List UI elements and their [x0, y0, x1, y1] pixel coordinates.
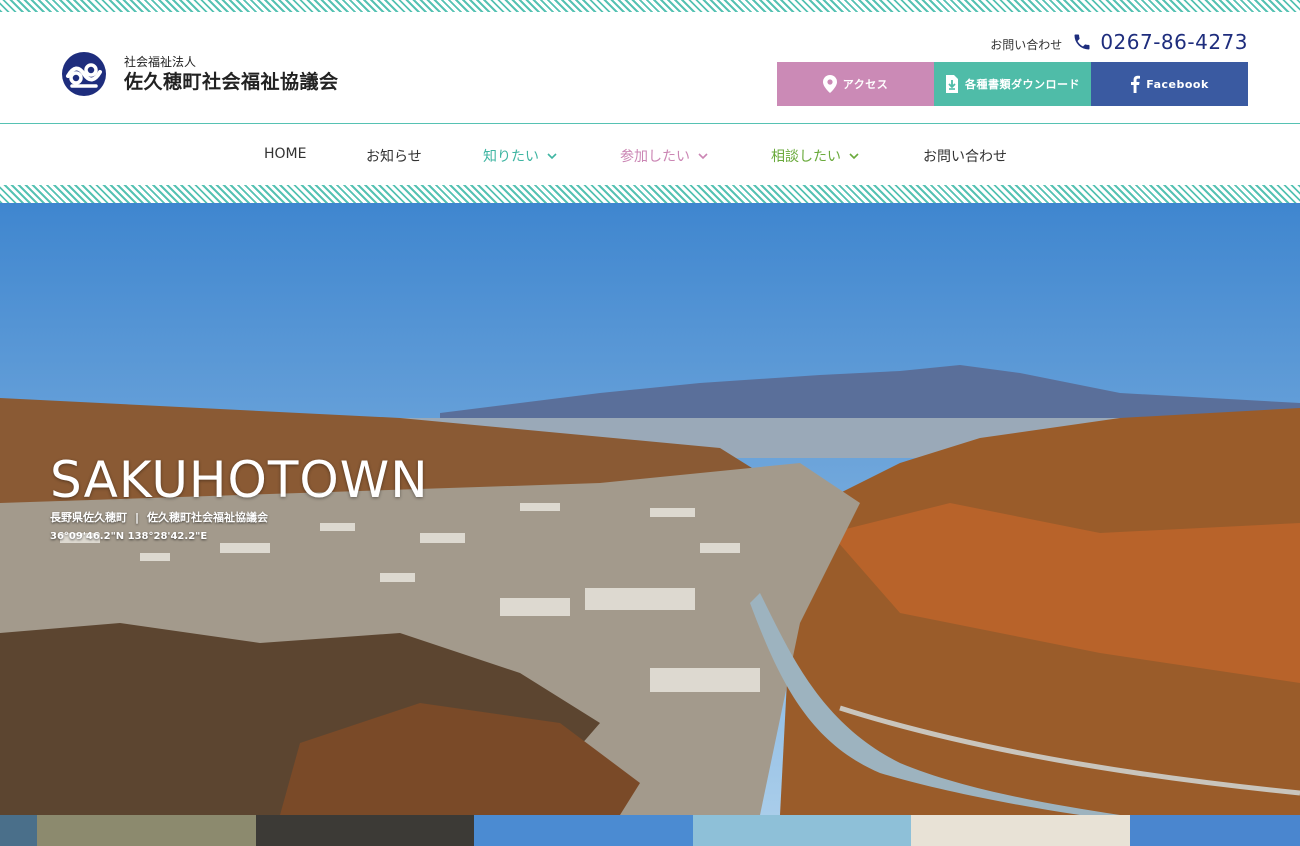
facebook-icon	[1131, 75, 1141, 93]
nav-item-contact[interactable]: お問い合わせ	[923, 146, 1007, 166]
main-nav: HOME お知らせ 知りたい 参加したい 相談したい お問い合わせ	[0, 124, 1300, 185]
contact-label: お問い合わせ	[990, 37, 1063, 52]
download-icon	[946, 75, 958, 93]
nav-item-consult[interactable]: 相談したい	[771, 146, 859, 166]
access-button-label: アクセス	[842, 78, 889, 91]
hero-coordinates: 36°09'46.2"N 138°28'42.2"E	[50, 531, 208, 542]
thumbnail-strip	[0, 815, 1300, 846]
nav-item-label: 相談したい	[771, 149, 841, 165]
hero-location: 長野県佐久穂町	[50, 511, 127, 524]
access-button[interactable]: アクセス	[777, 62, 934, 106]
nav-bottom-stripe	[0, 185, 1300, 203]
thumbnail[interactable]	[0, 815, 37, 846]
top-stripe	[0, 0, 1300, 12]
nav-item-label: 参加したい	[620, 149, 690, 165]
header-buttons: アクセス 各種書類ダウンロード Facebook	[777, 62, 1248, 106]
thumbnail[interactable]	[1130, 815, 1300, 846]
download-button-label: 各種書類ダウンロード	[965, 78, 1080, 91]
logo-mark-icon	[62, 52, 106, 96]
phone-icon	[1074, 34, 1090, 50]
nav-item-label: HOME	[264, 146, 307, 162]
nav-item-learn[interactable]: 知りたい	[483, 146, 557, 166]
hero-org: 佐久穂町社会福祉協議会	[147, 511, 269, 524]
map-pin-icon	[822, 75, 837, 93]
chevron-down-icon	[698, 152, 708, 159]
nav-item-news[interactable]: お知らせ	[366, 146, 422, 166]
thumbnail[interactable]	[37, 815, 256, 846]
site-logo[interactable]: 社会福祉法人 佐久穂町社会福祉協議会	[62, 52, 339, 96]
hero-separator: |	[135, 511, 140, 524]
facebook-button-label: Facebook	[1146, 77, 1209, 91]
download-button[interactable]: 各種書類ダウンロード	[934, 62, 1091, 106]
org-name: 佐久穂町社会福祉協議会	[124, 71, 339, 93]
thumbnail[interactable]	[256, 815, 474, 846]
hero-banner: SAKUHOTOWN 長野県佐久穂町 | 佐久穂町社会福祉協議会 36°09'46.…	[0, 203, 1300, 815]
hero-title: SAKUHOTOWN	[50, 451, 429, 509]
nav-item-home[interactable]: HOME	[264, 146, 306, 162]
nav-item-label: お知らせ	[366, 149, 422, 165]
thumbnail[interactable]	[911, 815, 1130, 846]
header-contact: お問い合わせ 0267-86-4273	[990, 30, 1248, 54]
thumbnail[interactable]	[693, 815, 911, 846]
chevron-down-icon	[849, 152, 859, 159]
thumbnail[interactable]	[474, 815, 693, 846]
nav-item-join[interactable]: 参加したい	[620, 146, 708, 166]
hero-subtitle: 長野県佐久穂町 | 佐久穂町社会福祉協議会	[50, 509, 268, 525]
chevron-down-icon	[547, 152, 557, 159]
nav-item-label: 知りたい	[483, 149, 539, 165]
phone-number[interactable]: 0267-86-4273	[1100, 30, 1248, 54]
nav-item-label: お問い合わせ	[923, 149, 1007, 165]
org-type-label: 社会福祉法人	[124, 55, 197, 69]
facebook-button[interactable]: Facebook	[1091, 62, 1248, 106]
